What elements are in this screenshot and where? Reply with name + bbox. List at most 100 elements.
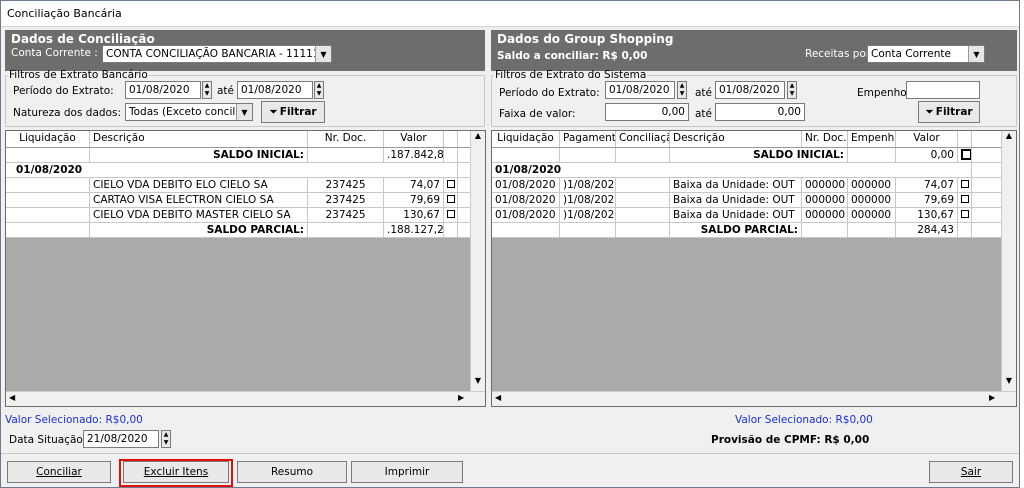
saldo-parcial-value: 284,43 — [896, 223, 958, 237]
imprimir-label: Imprimir — [384, 466, 430, 478]
col-pagamento[interactable]: Pagament — [560, 131, 616, 147]
arrow-down-icon[interactable]: ▼ — [471, 376, 485, 391]
resumo-label: Resumo — [270, 466, 314, 478]
row-desc: Baixa da Unidade: OUT — [670, 208, 802, 222]
col-empenho[interactable]: Empenh — [848, 131, 896, 147]
table-row[interactable]: SALDO INICIAL: .187.842,80 — [6, 148, 470, 163]
table-row[interactable]: SALDO INICIAL: 0,00 — [492, 148, 1001, 163]
saldo-a-conciliar: Saldo a conciliar: R$ 0,00 — [497, 50, 648, 62]
table-row[interactable]: 01/08/2020 )1/08/2020 Baixa da Unidade: … — [492, 178, 1001, 193]
faixa-to-input[interactable]: 0,00 — [715, 103, 805, 121]
receitas-select[interactable]: Conta Corrente ▼ — [867, 45, 985, 63]
left-horizontal-scrollbar[interactable]: ◀ ▶ — [6, 391, 485, 406]
col-conciliacao[interactable]: Conciliaçã — [616, 131, 670, 147]
left-header: Dados de Conciliação Conta Corrente : CO… — [5, 30, 485, 71]
filtrar-left-button[interactable]: ⏷ Filtrar — [261, 101, 325, 123]
conta-corrente-select[interactable]: CONTA CONCILIAÇÃO BANCARIA - 11111 ▼ — [102, 45, 332, 63]
col-descricao[interactable]: Descrição — [90, 131, 308, 147]
periodo-from-right-input[interactable]: 01/08/2020 — [605, 81, 675, 99]
table-row[interactable]: CIELO VDA DEBITO MASTER CIELO SA 237425 … — [6, 208, 470, 223]
spin-up-down-icon[interactable]: ▲ ▼ — [787, 81, 797, 99]
left-extrato-grid[interactable]: Liquidação Descrição Nr. Doc. Valor SALD… — [5, 130, 486, 407]
sair-button[interactable]: Sair — [929, 461, 1013, 483]
periodo-to-left-input[interactable]: 01/08/2020 — [237, 81, 313, 99]
spin-up-down-icon[interactable]: ▲ ▼ — [202, 81, 212, 99]
row-checkbox[interactable] — [447, 210, 455, 218]
col-check — [444, 131, 458, 147]
selected-checkbox[interactable] — [961, 149, 971, 160]
left-filter-legend: Filtros de Extrato Bancário — [9, 69, 148, 81]
conta-corrente-value: CONTA CONCILIAÇÃO BANCARIA - 11111 — [106, 48, 320, 60]
row-checkbox[interactable] — [961, 180, 969, 188]
table-row[interactable]: CIELO VDA DEBITO ELO CIELO SA 237425 74,… — [6, 178, 470, 193]
table-row[interactable]: 01/08/2020 )1/08/2020 Baixa da Unidade: … — [492, 208, 1001, 223]
receitas-label: Receitas por — [805, 48, 871, 60]
excluir-itens-button[interactable]: Excluir Itens — [123, 461, 229, 483]
row-desc: CIELO VDA DEBITO MASTER CIELO SA — [90, 208, 308, 222]
chevron-down-icon[interactable]: ▼ — [236, 104, 252, 120]
right-sistema-grid[interactable]: Liquidação Pagament Conciliaçã Descrição… — [491, 130, 1017, 407]
row-valor: 74,07 — [896, 178, 958, 192]
conciliar-button[interactable]: Conciliar — [7, 461, 111, 483]
filtrar-right-button[interactable]: ⏷ Filtrar — [918, 101, 980, 123]
ate-label-right: até — [695, 87, 713, 99]
arrow-left-icon[interactable]: ◀ — [495, 393, 501, 402]
table-row[interactable]: CARTAO VISA ELECTRON CIELO SA 237425 79,… — [6, 193, 470, 208]
periodo-from-left-input[interactable]: 01/08/2020 — [125, 81, 201, 99]
funnel-icon: ⏷ — [925, 105, 934, 118]
col-nr-doc[interactable]: Nr. Doc. — [308, 131, 384, 147]
natureza-select[interactable]: Todas (Exceto conciliad ▼ — [125, 103, 253, 121]
row-liq: 01/08/2020 — [492, 178, 560, 192]
row-emp: 000000 — [848, 208, 896, 222]
spin-up-down-icon[interactable]: ▲ ▼ — [677, 81, 687, 99]
table-row[interactable]: 01/08/2020 — [492, 163, 1001, 178]
table-row[interactable]: SALDO PARCIAL: 284,43 — [492, 223, 1001, 238]
periodo-to-right-input[interactable]: 01/08/2020 — [715, 81, 785, 99]
resumo-button[interactable]: Resumo — [237, 461, 347, 483]
imprimir-button[interactable]: Imprimir — [351, 461, 463, 483]
faixa-from-input[interactable]: 0,00 — [605, 103, 689, 121]
table-row[interactable]: SALDO PARCIAL: .188.127,23 — [6, 223, 470, 238]
left-vertical-scrollbar[interactable]: ▲ ▼ — [470, 131, 485, 391]
row-valor: 130,67 — [896, 208, 958, 222]
arrow-right-icon[interactable]: ▶ — [458, 393, 464, 402]
arrow-right-icon[interactable]: ▶ — [989, 393, 995, 402]
spin-up-down-icon[interactable]: ▲ ▼ — [161, 430, 171, 448]
row-liq: 01/08/2020 — [492, 208, 560, 222]
empenho-label: Empenho: — [857, 87, 911, 99]
row-checkbox[interactable] — [447, 195, 455, 203]
right-horizontal-scrollbar[interactable]: ◀ ▶ — [492, 391, 1016, 406]
col-descricao[interactable]: Descrição — [670, 131, 802, 147]
right-vertical-scrollbar[interactable]: ▲ ▼ — [1001, 131, 1016, 391]
data-situacao-input[interactable]: 21/08/2020 — [83, 430, 159, 448]
arrow-left-icon[interactable]: ◀ — [9, 393, 15, 402]
table-row[interactable]: 01/08/2020 )1/08/2020 Baixa da Unidade: … — [492, 193, 1001, 208]
spin-up-down-icon[interactable]: ▲ ▼ — [314, 81, 324, 99]
col-valor[interactable]: Valor — [384, 131, 444, 147]
natureza-value: Todas (Exceto conciliad — [129, 106, 252, 118]
arrow-up-icon[interactable]: ▲ — [471, 131, 485, 146]
chevron-down-icon[interactable]: ▼ — [315, 46, 331, 62]
col-nr-doc[interactable]: Nr. Doc. — [802, 131, 848, 147]
row-desc: CARTAO VISA ELECTRON CIELO SA — [90, 193, 308, 207]
arrow-up-icon[interactable]: ▲ — [1002, 131, 1016, 146]
date-group: 01/08/2020 — [16, 164, 83, 176]
conciliacao-window: Conciliação Bancária Dados de Conciliaçã… — [0, 0, 1020, 488]
row-checkbox[interactable] — [961, 195, 969, 203]
col-check — [958, 131, 972, 147]
col-valor[interactable]: Valor — [896, 131, 958, 147]
empenho-input[interactable] — [906, 81, 980, 99]
arrow-down-icon[interactable]: ▼ — [1002, 376, 1016, 391]
chevron-down-icon[interactable]: ▼ — [968, 46, 984, 62]
ate-label-left: até — [217, 85, 235, 97]
row-checkbox[interactable] — [447, 180, 455, 188]
saldo-parcial-label: SALDO PARCIAL: — [670, 223, 802, 237]
row-checkbox[interactable] — [961, 210, 969, 218]
table-row[interactable]: 01/08/2020 — [6, 163, 470, 178]
col-liquidacao[interactable]: Liquidação — [6, 131, 90, 147]
row-emp: 000000 — [848, 178, 896, 192]
col-liquidacao[interactable]: Liquidação — [492, 131, 560, 147]
row-pag: )1/08/2020 — [560, 208, 616, 222]
row-valor: 79,69 — [896, 193, 958, 207]
row-doc: 000000 — [802, 193, 848, 207]
